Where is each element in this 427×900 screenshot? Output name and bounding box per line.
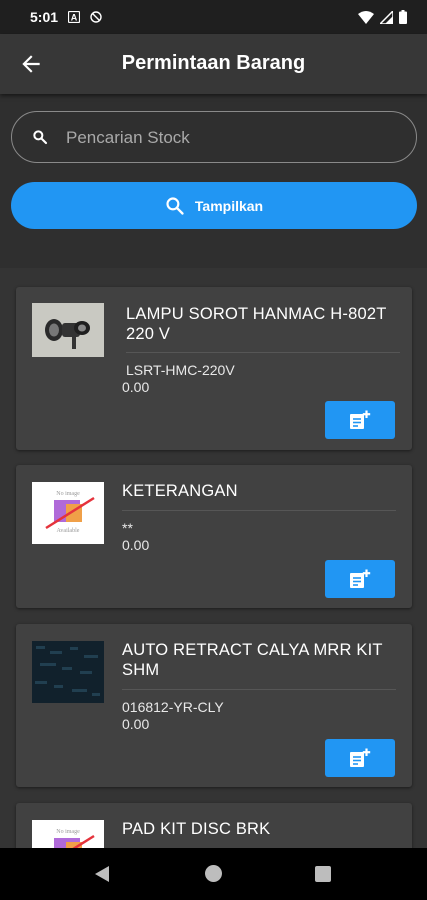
- blocked-icon: [90, 11, 102, 23]
- search-icon: [166, 196, 184, 215]
- divider: [126, 352, 400, 353]
- item-price: 0.00: [122, 537, 150, 553]
- a-notification-icon: A: [68, 11, 81, 23]
- add-note-icon: [350, 410, 371, 429]
- battery-icon: [399, 10, 407, 24]
- wifi-icon: [358, 10, 374, 24]
- system-nav-bar: [0, 848, 427, 900]
- signal-icon: [380, 10, 393, 24]
- add-note-icon: [350, 748, 371, 767]
- no-image-placeholder: No image: [32, 820, 104, 848]
- search-field[interactable]: [11, 111, 417, 163]
- product-image: [32, 641, 104, 703]
- no-image-placeholder: No image Available: [32, 482, 104, 544]
- add-note-icon: [350, 569, 371, 588]
- item-code: 016812-YR-CLY: [122, 699, 224, 715]
- add-item-button[interactable]: [325, 401, 395, 439]
- nav-back-icon[interactable]: [94, 865, 110, 883]
- nav-home-icon[interactable]: [205, 865, 222, 882]
- divider: [122, 689, 396, 690]
- svg-text:A: A: [71, 13, 78, 23]
- add-item-button[interactable]: [325, 560, 395, 598]
- item-name: PAD KIT DISC BRK: [122, 820, 271, 838]
- list-item[interactable]: LAMPU SOROT HANMAC H-802T 220 V LSRT-HMC…: [16, 287, 412, 450]
- add-item-button[interactable]: [325, 739, 395, 777]
- nav-recents-icon[interactable]: [315, 866, 331, 882]
- status-bar: 5:01 A: [0, 0, 427, 34]
- item-name: KETERANGAN: [122, 482, 238, 500]
- list-item[interactable]: No image Available KETERANGAN ** 0.00: [16, 465, 412, 608]
- page-title: Permintaan Barang: [121, 52, 306, 74]
- divider: [122, 510, 396, 511]
- search-icon: [33, 130, 48, 145]
- product-image: [32, 303, 104, 357]
- no-image-text: No image: [56, 829, 80, 835]
- show-button[interactable]: Tampilkan: [11, 182, 417, 229]
- item-code: LSRT-HMC-220V: [126, 362, 235, 378]
- list-item[interactable]: AUTO RETRACT CALYA MRR KIT SHM 016812-YR…: [16, 624, 412, 787]
- item-price: 0.00: [122, 716, 150, 732]
- list-item[interactable]: No image PAD KIT DISC BRK: [16, 803, 412, 848]
- item-name: LAMPU SOROT HANMAC H-802T 220 V: [126, 305, 387, 343]
- app-bar: Permintaan Barang: [0, 34, 427, 94]
- available-text: Available: [57, 528, 80, 534]
- stock-list[interactable]: LAMPU SOROT HANMAC H-802T 220 V LSRT-HMC…: [0, 268, 427, 848]
- item-name: AUTO RETRACT CALYA MRR KIT SHM: [122, 641, 383, 679]
- item-price: 0.00: [122, 379, 150, 395]
- no-image-text: No image: [56, 491, 80, 497]
- item-code: **: [122, 520, 133, 536]
- show-button-label: Tampilkan: [194, 197, 264, 214]
- search-input[interactable]: [64, 124, 398, 152]
- status-time: 5:01: [30, 9, 59, 25]
